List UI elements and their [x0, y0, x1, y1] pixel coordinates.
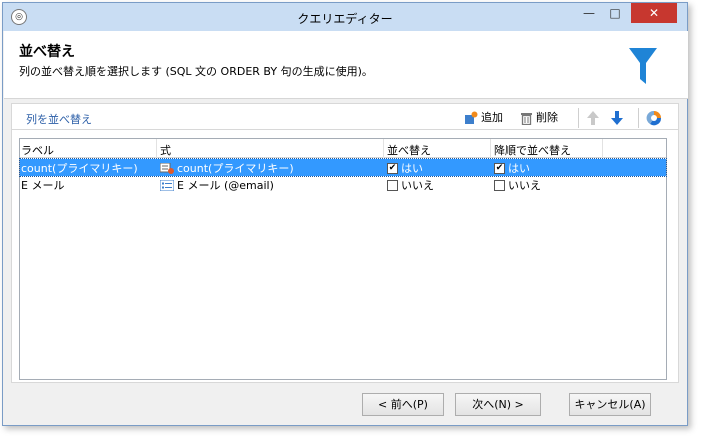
- distribution-icon: [646, 110, 662, 126]
- add-icon: [465, 111, 478, 124]
- descending-value: はい: [508, 162, 530, 175]
- sort-value: いいえ: [401, 179, 434, 192]
- page-subtitle: 列の並べ替え順を選択します (SQL 文の ORDER BY 句の生成に使用)。: [19, 65, 373, 78]
- move-up-button[interactable]: [586, 109, 600, 127]
- sort-checkbox[interactable]: [387, 179, 398, 191]
- move-down-button[interactable]: [610, 109, 624, 127]
- next-button[interactable]: 次へ(N) >: [455, 393, 541, 416]
- sort-checkbox-cell[interactable]: ✔ はい: [387, 160, 423, 176]
- row-expression: E メール (@email): [160, 177, 274, 193]
- row-label: count(プライマリキー): [21, 162, 138, 175]
- grid-header: ラベル 式 並べ替え 降順で並べ替え: [20, 139, 666, 158]
- arrow-down-icon: [611, 111, 623, 125]
- add-button[interactable]: 追加: [464, 109, 503, 127]
- descending-checkbox[interactable]: ✔: [494, 162, 505, 174]
- descending-checkbox[interactable]: [494, 179, 505, 191]
- toolbar-separator: [578, 108, 579, 128]
- delete-label: 削除: [536, 111, 558, 124]
- aggregate-expression-icon: [160, 162, 174, 174]
- column-divider[interactable]: [490, 139, 491, 158]
- maximize-button[interactable]: □: [602, 3, 628, 23]
- descending-checkbox-cell[interactable]: ✔ はい: [494, 160, 530, 176]
- row-expression-text: E メール (@email): [177, 179, 274, 192]
- delete-button[interactable]: 削除: [520, 109, 558, 127]
- sort-checkbox-cell[interactable]: いいえ: [387, 177, 434, 193]
- sort-grid: ラベル 式 並べ替え 降順で並べ替え count(プライマリキー) count(…: [19, 138, 667, 380]
- toolbar-separator: [638, 108, 639, 128]
- descending-value: いいえ: [508, 179, 541, 192]
- sort-toolbar: 列を並べ替え 追加 削除: [12, 104, 678, 130]
- previous-button[interactable]: < 前へ(P): [362, 393, 444, 416]
- toolbar-title: 列を並べ替え: [26, 113, 92, 126]
- sort-checkbox[interactable]: ✔: [387, 162, 398, 174]
- column-header-descending[interactable]: 降順で並べ替え: [494, 142, 571, 158]
- row-expression: count(プライマリキー): [160, 160, 294, 176]
- cancel-button[interactable]: キャンセル(A): [569, 393, 651, 416]
- add-label: 追加: [481, 111, 503, 124]
- row-expression-text: count(プライマリキー): [177, 162, 294, 175]
- table-row[interactable]: E メール E メール (@email) いいえ いいえ: [20, 176, 666, 193]
- funnel-icon: [629, 48, 657, 84]
- column-divider[interactable]: [602, 139, 603, 158]
- arrow-up-icon: [587, 111, 599, 125]
- table-row[interactable]: count(プライマリキー) count(プライマリキー) ✔ はい ✔ はい: [19, 158, 667, 177]
- row-label: E メール: [21, 179, 65, 192]
- sort-value: はい: [401, 162, 423, 175]
- trash-icon: [521, 113, 532, 125]
- page-title: 並べ替え: [19, 44, 75, 60]
- close-button[interactable]: ✕: [631, 3, 677, 23]
- sort-panel: 列を並べ替え 追加 削除 ラベル 式 並べ替え 降順で並べ替え count(プラ…: [11, 103, 679, 383]
- field-list-icon: [160, 179, 174, 191]
- minimize-button[interactable]: —: [576, 3, 602, 23]
- query-editor-window: ◎ クエリエディター — □ ✕ 並べ替え 列の並べ替え順を選択します (SQL…: [2, 2, 688, 426]
- title-bar[interactable]: ◎ クエリエディター — □ ✕: [3, 3, 687, 31]
- column-divider[interactable]: [383, 139, 384, 158]
- distribution-button[interactable]: [646, 109, 662, 127]
- column-header-label[interactable]: ラベル: [21, 142, 54, 158]
- column-header-sort[interactable]: 並べ替え: [387, 142, 431, 158]
- page-header: 並べ替え 列の並べ替え順を選択します (SQL 文の ORDER BY 句の生成…: [4, 31, 688, 99]
- column-divider[interactable]: [156, 139, 157, 158]
- column-header-expression[interactable]: 式: [160, 142, 171, 158]
- descending-checkbox-cell[interactable]: いいえ: [494, 177, 541, 193]
